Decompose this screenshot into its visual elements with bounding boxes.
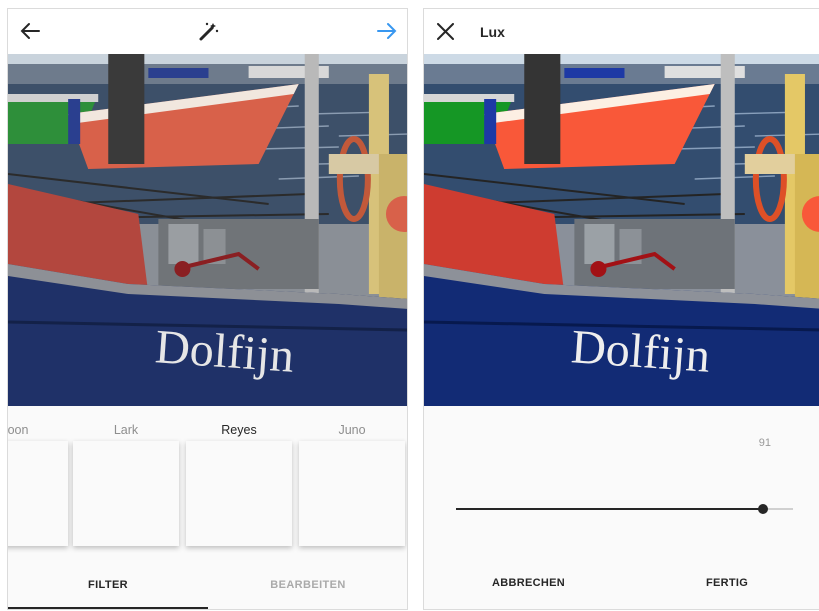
photo-preview <box>424 54 819 406</box>
lux-panel: 91 ABBRECHEN FERTIG <box>424 407 819 609</box>
filter-strip: oon Lark Reyes Juno <box>8 407 407 557</box>
tab-filter[interactable]: FILTER <box>88 579 128 591</box>
screen-title: Lux <box>480 24 505 40</box>
lux-screen: Lux 91 ABBRECHEN FERTIG <box>423 8 819 610</box>
filter-label-lark: Lark <box>113 423 139 437</box>
magic-wand-icon[interactable] <box>198 20 220 42</box>
tab-edit[interactable]: BEARBEITEN <box>270 579 346 591</box>
lux-value: 91 <box>758 437 771 449</box>
filter-thumb-lark[interactable] <box>73 441 179 546</box>
arrow-right-icon[interactable] <box>377 22 397 40</box>
filter-thumb-reyes[interactable] <box>186 441 292 546</box>
filter-thumb-juno[interactable] <box>299 441 405 546</box>
top-bar: Lux <box>424 9 819 54</box>
slider-knob[interactable] <box>757 504 768 514</box>
filter-label-juno: Juno <box>338 423 366 437</box>
lux-slider[interactable] <box>456 504 793 514</box>
tab-indicator <box>8 607 208 609</box>
filter-label-reyes: Reyes <box>221 423 257 437</box>
done-button[interactable]: FERTIG <box>706 577 748 589</box>
close-icon[interactable] <box>437 23 454 40</box>
filter-thumb-oon[interactable] <box>8 441 68 546</box>
top-bar <box>8 9 407 54</box>
filter-label-oon: oon <box>7 423 29 437</box>
bottom-tabs: FILTER BEARBEITEN <box>8 561 407 609</box>
arrow-left-icon[interactable] <box>20 22 40 40</box>
cancel-button[interactable]: ABBRECHEN <box>492 577 565 589</box>
slider-fill <box>456 508 763 510</box>
filter-screen: oon Lark Reyes Juno FILTER BEARBEITEN <box>7 8 408 610</box>
photo-preview <box>8 54 407 406</box>
